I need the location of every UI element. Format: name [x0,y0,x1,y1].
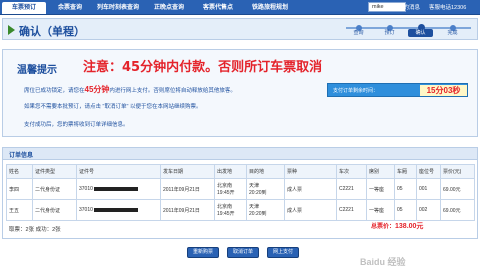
tab-remaining-tickets[interactable]: 余票查询 [52,2,88,14]
cell-from: 北京南 19:45开 [214,178,247,200]
cell-id-number: 37010 [76,199,161,221]
cell-date: 2011年09月21日 [160,199,215,221]
depart-time: 19:45开 [217,190,235,196]
service-phone: 客服电话12306 [429,5,467,11]
to-station: 天津 [249,204,260,210]
column-header: 票价(元) [440,164,475,179]
step-book: 预订 [384,30,395,36]
cell-price: 69.00元 [440,178,475,200]
redacted-mark [93,207,138,212]
tab-journey-planner[interactable]: 铁路旅程规划 [244,2,296,14]
page-title: 确认（单程） [19,25,85,38]
cell-price: 69.00元 [440,199,475,221]
order-caption-bar: 订单信息 [3,148,477,160]
id-prefix: 37010 [79,207,93,213]
cancel-order-button[interactable]: 取消订单 [227,247,259,258]
payment-warning: 注意：45分钟内付款。否则所订车票取消 [83,60,323,75]
from-station: 北京南 [217,204,233,210]
notice-line-1-suffix: 内进行网上支付。否则席位将自动释放给其他旅客。 [109,88,236,94]
notice-panel: 温馨提示 注意：45分钟内付款。否则所订车票取消 席位已成功锁定，请您在45分钟… [2,49,478,137]
total-label: 总票价： [371,224,396,230]
cell-ticket-type: 成人票 [284,199,337,221]
progress-steps: 查询 预订 确认 完成 [346,22,471,37]
cell-id-type: 二代身份证 [32,178,77,200]
payment-timer: 支付订单剩余时间： 15分03秒 [327,83,468,97]
cell-id-type: 二代身份证 [32,199,77,221]
depart-time: 19:45开 [217,211,235,217]
cell-ticket-type: 成人票 [284,178,337,200]
step-confirm: 确认 [408,29,433,37]
cell-train: C2221 [336,199,367,221]
arrive-time: 20:20到 [249,211,267,217]
column-header: 发车日期 [160,164,215,179]
table-row: 王五 二代身份证 37010 2011年09月21日 北京南 19:45开 天津 2… [6,199,475,221]
notice-line-2: 如果您不需要本批预订，请点击 "取消订单" 以便于您在本网站继续购票。 [24,104,202,110]
column-header: 出发地 [214,164,247,179]
cell-seat-class: 一等座 [366,199,395,221]
cell-coach: 05 [394,178,417,200]
page-header: 确认（单程） 查询 预订 确认 完成 [2,18,478,40]
cell-seat-class: 一等座 [366,178,395,200]
total-price: 总票价：138.00元 [371,221,423,231]
notice-line-1-prefix: 席位已成功锁定，请您在 [24,88,85,94]
table-header-row: 姓名 证件类型 证件号 发车日期 出发地 目的地 票种 车次 席别 车厢 座位号… [6,164,475,179]
cell-date: 2011年09月21日 [160,178,215,200]
order-caption: 订单信息 [9,153,34,159]
table-row: 李四 二代身份证 37010 2011年09月21日 北京南 19:45开 天津 2… [6,178,475,200]
step-complete: 完成 [447,30,458,36]
cell-train: C2221 [336,178,367,200]
column-header: 座位号 [416,164,441,179]
top-navigation: 车票预订 余票查询 列车时刻表查询 正晚点查询 客票代售点 铁路旅程规划 mik… [0,0,480,15]
cell-id-number: 37010 [76,178,161,200]
column-header: 车厢 [394,164,417,179]
id-prefix: 37010 [79,186,93,192]
order-table: 姓名 证件类型 证件号 发车日期 出发地 目的地 票种 车次 席别 车厢 座位号… [6,164,475,221]
order-info-panel: 订单信息 姓名 证件类型 证件号 发车日期 出发地 目的地 票种 车次 席别 车… [2,147,478,239]
arrow-icon [8,25,15,35]
cell-to: 天津 20:20到 [246,199,285,221]
to-station: 天津 [249,183,260,189]
column-header: 证件类型 [32,164,77,179]
timer-value: 15分03秒 [420,85,467,96]
online-pay-button[interactable]: 网上支付 [267,247,299,258]
timer-label: 支付订单剩余时间： [333,88,379,94]
redacted-mark [93,186,138,191]
cell-from: 北京南 19:45开 [214,199,247,221]
tab-ticket-booking[interactable]: 车票预订 [2,2,46,14]
notice-line-3: 支付成功后，您的票将收到订单详细信息。 [24,122,129,128]
tab-delay-query[interactable]: 正晚点查询 [148,2,190,14]
cell-name: 李四 [6,178,33,200]
cell-seat: 001 [416,178,441,200]
column-header: 票种 [284,164,337,179]
column-header: 车次 [336,164,367,179]
column-header: 姓名 [6,164,33,179]
from-station: 北京南 [217,183,233,189]
tab-agency[interactable]: 客票代售点 [196,2,240,14]
step-query: 查询 [353,30,364,36]
column-header: 席别 [366,164,395,179]
cell-to: 天津 20:20到 [246,178,285,200]
tab-timetable[interactable]: 列车时刻表查询 [92,2,144,14]
cell-name: 王五 [6,199,33,221]
rebook-button[interactable]: 重新购票 [187,247,219,258]
column-header: 目的地 [246,164,285,179]
payment-deadline: 45分钟 [84,85,110,94]
total-value: 138.00元 [395,223,424,230]
messages-link[interactable]: 我的消息 [398,3,420,11]
watermark: Baidu 经验 [360,257,406,267]
cell-coach: 05 [394,199,417,221]
notice-line-1: 席位已成功锁定，请您在45分钟内进行网上支付。否则席位将自动释放给其他旅客。 [24,84,236,95]
notice-heading: 温馨提示 [17,65,57,76]
cell-seat: 002 [416,199,441,221]
order-stats: 取票：2张 成功：2张 [9,227,61,233]
arrive-time: 20:20到 [249,190,267,196]
column-header: 证件号 [76,164,161,179]
